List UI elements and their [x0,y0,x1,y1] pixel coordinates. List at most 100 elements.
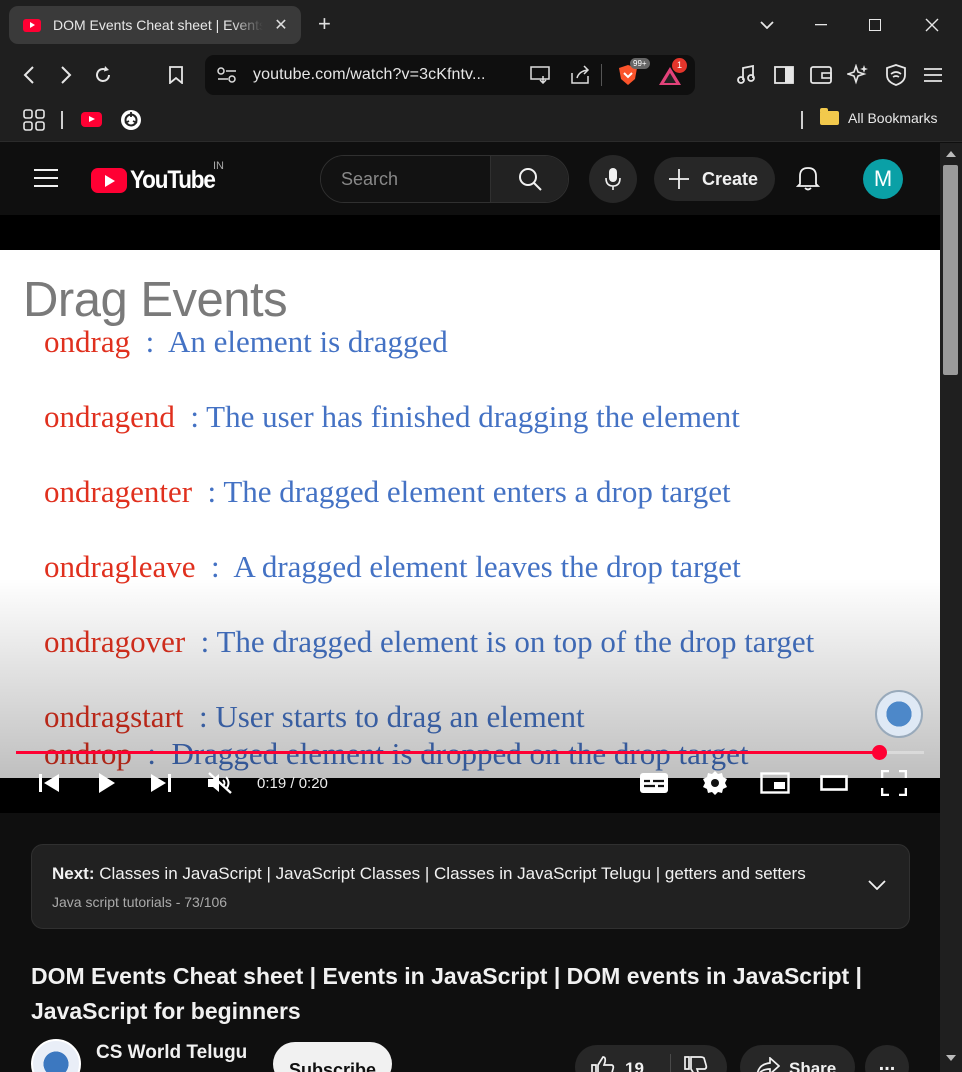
thumbs-up-icon [591,1056,615,1072]
youtube-play-logo-icon [91,168,127,193]
video-player[interactable]: Drag Events ondrag : An element is dragg… [0,215,940,813]
page-scrollbar[interactable] [940,143,962,1072]
youtube-logo[interactable]: YouTube IN [91,160,224,195]
search-button[interactable] [490,156,568,202]
owner-row: CS World Telugu Subscribe 19 Share ... [31,1037,911,1072]
video-frame: Drag Events ondrag : An element is dragg… [0,250,940,778]
more-actions-button[interactable]: ... [865,1045,909,1072]
site-settings-icon[interactable] [217,67,237,88]
muted-volume-icon[interactable] [205,765,235,801]
guide-menu-icon[interactable] [34,169,58,187]
scrubber-handle[interactable] [871,745,887,760]
notifications-bell-icon[interactable] [795,165,821,196]
url-text[interactable]: youtube.com/watch?v=3cKfntv... [253,66,486,84]
subscribe-button[interactable]: Subscribe [273,1042,392,1072]
youtube-page: YouTube IN Create M Drag [0,143,940,1072]
all-bookmarks-button[interactable]: All Bookmarks [820,108,938,126]
slide-event-line: ondragover : The dragged element is on t… [44,624,815,659]
scroll-down-arrow-icon[interactable] [946,1055,956,1061]
next-video-title: Classes in JavaScript | JavaScript Class… [99,864,806,883]
video-title: DOM Events Cheat sheet | Events in JavaS… [31,963,862,1024]
minimize-icon[interactable] [792,0,850,50]
all-bookmarks-label: All Bookmarks [848,110,938,126]
address-bar[interactable]: youtube.com/watch?v=3cKfntv... 99+ 1 [205,55,695,95]
share-page-icon[interactable] [570,65,592,90]
create-label: Create [702,168,759,189]
media-music-icon[interactable] [732,61,760,89]
country-code: IN [213,160,224,172]
youtube-bookmark-icon[interactable] [81,112,102,127]
expand-chevron-icon[interactable] [868,877,886,895]
rewards-badge: 1 [672,58,687,73]
close-tab-icon[interactable]: ✕ [271,15,291,35]
tab-search-chevron-icon[interactable] [738,0,796,50]
next-video-line[interactable]: Next: Classes in JavaScript | JavaScript… [52,864,806,884]
masthead: YouTube IN Create M [0,143,940,215]
reload-icon[interactable] [89,61,117,89]
vpn-icon[interactable] [882,61,910,89]
like-button[interactable] [591,1056,615,1072]
close-window-icon[interactable] [903,0,961,50]
share-arrow-icon [756,1056,781,1072]
apps-grid-icon[interactable] [23,109,45,136]
playlist-next-panel[interactable]: Next: Classes in JavaScript | JavaScript… [31,844,910,929]
thumbs-down-icon [684,1056,708,1072]
wallet-icon[interactable] [807,61,835,89]
previous-icon[interactable] [36,765,62,801]
chatgpt-bookmark-icon[interactable] [120,109,142,136]
scrollbar-thumb[interactable] [943,165,958,375]
progress-played [16,751,879,754]
leo-ai-icon[interactable] [844,61,872,89]
sidebar-icon[interactable] [770,61,798,89]
like-separator [670,1054,671,1072]
playlist-info: Java script tutorials - 73/106 [52,894,228,910]
create-button[interactable]: Create [654,157,775,201]
channel-watermark-logo[interactable] [875,690,923,738]
next-label: Next: [52,864,95,883]
player-controls: 0:19 / 0:20 [0,765,940,811]
tab-strip: DOM Events Cheat sheet | Events in JavaS… [0,0,962,50]
bookmark-separator [801,111,803,129]
url-separator [601,64,602,86]
tab-title: DOM Events Cheat sheet | Events in JavaS… [53,17,263,33]
logo-text: YouTube [130,166,216,194]
youtube-favicon-icon [23,18,41,32]
search-box [320,155,569,203]
theater-mode-icon[interactable] [819,765,849,801]
miniplayer-icon[interactable] [759,765,791,801]
navigation-bar: youtube.com/watch?v=3cKfntv... 99+ 1 [0,50,962,100]
fullscreen-icon[interactable] [879,765,909,801]
next-video-icon[interactable] [148,765,174,801]
play-icon[interactable] [94,765,120,801]
install-app-icon[interactable] [530,66,552,89]
slide-event-line: ondragstart : User starts to drag an ele… [44,699,585,734]
maximize-icon[interactable] [846,0,904,50]
slide-event-line: ondragenter : The dragged element enters… [44,474,731,509]
scroll-up-arrow-icon[interactable] [946,151,956,157]
menu-icon[interactable] [919,61,947,89]
settings-gear-icon[interactable] [700,765,730,801]
channel-avatar[interactable] [31,1039,81,1072]
subtitles-icon[interactable] [638,765,670,801]
share-label: Share [789,1059,837,1072]
bookmark-separator [61,111,63,129]
like-count: 19 [625,1059,644,1072]
share-button[interactable]: Share [740,1045,855,1072]
time-display: 0:19 / 0:20 [257,775,328,792]
forward-icon[interactable] [52,61,80,89]
browser-window: DOM Events Cheat sheet | Events in JavaS… [0,0,962,1072]
shields-badge: 99+ [630,58,650,69]
dislike-button[interactable] [684,1056,708,1072]
progress-bar[interactable] [16,745,924,760]
slide-event-line: ondragleave : A dragged element leaves t… [44,549,741,584]
bookmark-icon[interactable] [162,61,190,89]
voice-search-button[interactable] [589,155,637,203]
like-dislike-segment: 19 [575,1045,727,1072]
folder-icon [820,108,839,125]
channel-name[interactable]: CS World Telugu [96,1042,247,1064]
back-icon[interactable] [15,61,43,89]
account-avatar[interactable]: M [863,159,903,199]
search-input[interactable] [321,156,490,202]
new-tab-button[interactable]: + [318,12,331,36]
active-tab[interactable]: DOM Events Cheat sheet | Events in JavaS… [9,6,301,44]
